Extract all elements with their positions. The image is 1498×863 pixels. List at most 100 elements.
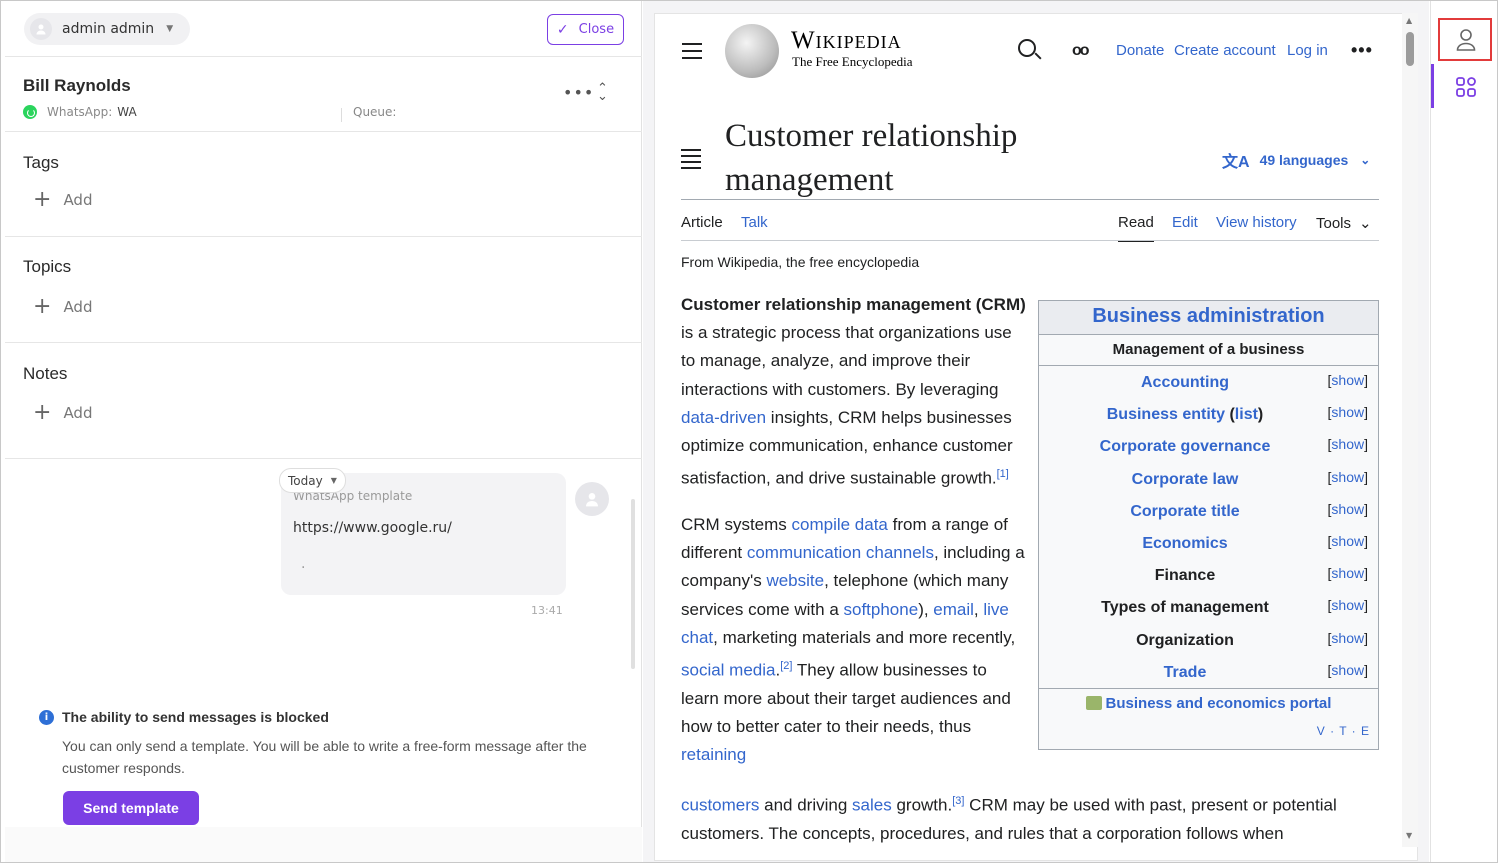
main-menu-icon[interactable] <box>682 43 702 64</box>
navbox-row-label[interactable]: Trade <box>1039 664 1331 682</box>
check-icon: ✓ <box>556 21 569 38</box>
active-indicator <box>1431 64 1434 108</box>
citation[interactable]: [3] <box>952 795 964 807</box>
tools-menu[interactable]: Tools ⌄ <box>1316 214 1372 232</box>
wikipedia-tagline: The Free Encyclopedia <box>792 54 913 69</box>
scroll-up-icon[interactable]: ▲ <box>1406 16 1412 25</box>
search-icon[interactable] <box>1018 39 1036 57</box>
navbox-row-extra-text[interactable]: list <box>1235 406 1258 423</box>
from-wikipedia: From Wikipedia, the free encyclopedia <box>681 254 920 270</box>
tab-article[interactable]: Article <box>681 214 723 231</box>
languages-button[interactable]: 文A 49 languages ⌄ <box>1222 148 1370 172</box>
show-toggle[interactable]: [show] <box>1328 404 1368 420</box>
show-text[interactable]: show <box>1331 469 1364 485</box>
toc-icon[interactable] <box>681 149 701 173</box>
link[interactable]: email <box>933 600 974 619</box>
info-icon: i <box>39 709 54 725</box>
wikipedia-wordmark: Wikipedia <box>791 27 902 54</box>
navbox-row-label[interactable]: Corporate title <box>1039 503 1331 521</box>
show-text[interactable]: show <box>1331 662 1364 678</box>
tags-title: Tags <box>23 153 59 172</box>
citation[interactable]: [1] <box>997 468 1009 480</box>
tab-talk[interactable]: Talk <box>741 214 768 231</box>
show-text[interactable]: show <box>1331 630 1364 646</box>
close-button[interactable]: ✓ Close <box>547 14 624 45</box>
plus-icon: + <box>33 400 52 425</box>
show-toggle[interactable]: [show] <box>1328 533 1368 549</box>
navbox-row-label[interactable]: Corporate governance <box>1039 438 1331 456</box>
link[interactable]: website <box>766 571 824 590</box>
link[interactable]: sales <box>852 796 892 815</box>
link[interactable]: social media <box>681 661 776 680</box>
create-account-link[interactable]: Create account <box>1174 42 1276 59</box>
appearance-icon[interactable]: oo <box>1072 42 1089 60</box>
navbox-row: Finance [show] <box>1039 561 1378 593</box>
show-toggle[interactable]: [show] <box>1328 565 1368 581</box>
more-icon[interactable]: ••• <box>1351 40 1373 61</box>
link[interactable]: communication channels <box>747 543 934 562</box>
link[interactable]: retaining <box>681 745 746 764</box>
show-text[interactable]: show <box>1331 533 1364 549</box>
send-template-button[interactable]: Send template <box>63 791 199 825</box>
vte-links[interactable]: V · T · E <box>1317 724 1370 738</box>
wikipedia-logo[interactable] <box>725 24 779 78</box>
link[interactable]: softphone <box>844 600 919 619</box>
chat-scrollbar[interactable] <box>631 499 635 669</box>
navbox-row: Corporate title [show] <box>1039 497 1378 529</box>
divider <box>681 199 1379 200</box>
link[interactable]: customers <box>681 796 759 815</box>
user-avatar <box>30 18 52 40</box>
blocked-description: You can only send a template. You will b… <box>62 738 587 776</box>
navbox-title[interactable]: Business administration <box>1039 301 1378 335</box>
show-text[interactable]: show <box>1331 501 1364 517</box>
show-text[interactable]: show <box>1331 404 1364 420</box>
navbox-row: Types of management [show] <box>1039 593 1378 625</box>
tab-read[interactable]: Read <box>1118 214 1154 242</box>
show-toggle[interactable]: [show] <box>1328 597 1368 613</box>
message-text: https://www.google.ru/ <box>293 520 452 536</box>
scrollbar-thumb[interactable] <box>1406 32 1414 66</box>
page-scrollbar[interactable] <box>1402 13 1418 847</box>
link[interactable]: data-driven <box>681 408 766 427</box>
navbox-row-label-text[interactable]: Business entity <box>1107 406 1225 423</box>
more-options-icon[interactable]: ••• <box>563 83 594 102</box>
show-text[interactable]: show <box>1331 372 1364 388</box>
show-text[interactable]: show <box>1331 436 1364 452</box>
scroll-down-icon[interactable]: ▼ <box>1406 831 1412 840</box>
channel-info: WhatsApp: WA <box>23 105 137 119</box>
show-toggle[interactable]: [show] <box>1328 630 1368 646</box>
show-toggle[interactable]: [show] <box>1328 662 1368 678</box>
navbox-row: Economics [show] <box>1039 529 1378 561</box>
user-menu[interactable]: admin admin ▼ <box>24 13 190 45</box>
contact-profile-icon[interactable] <box>1455 28 1477 56</box>
add-note-button[interactable]: + Add <box>33 400 92 425</box>
navbox-row-label[interactable]: Economics <box>1039 535 1331 553</box>
donate-link[interactable]: Donate <box>1116 42 1164 59</box>
plus-icon: + <box>33 187 52 212</box>
navbox-row: Organization [show] <box>1039 626 1378 658</box>
date-chip[interactable]: Today ▼ <box>279 468 346 493</box>
tab-edit[interactable]: Edit <box>1172 214 1198 231</box>
log-in-link[interactable]: Log in <box>1287 42 1328 59</box>
navbox-row-label[interactable]: Accounting <box>1039 374 1331 392</box>
page-title: Customer relationship management <box>725 118 1018 198</box>
chevron-down-icon: ▼ <box>166 24 174 34</box>
apps-icon[interactable] <box>1455 76 1477 102</box>
show-toggle[interactable]: [show] <box>1328 372 1368 388</box>
collapse-icon[interactable]: ⌃ ⌄ <box>597 82 608 103</box>
show-toggle[interactable]: [show] <box>1328 469 1368 485</box>
navbox-row: Trade [show] <box>1039 658 1378 690</box>
citation[interactable]: [2] <box>780 660 792 672</box>
add-tag-button[interactable]: + Add <box>33 187 92 212</box>
navbox-row-label[interactable]: Corporate law <box>1039 471 1331 489</box>
portal-link[interactable]: Business and economics portal <box>1039 688 1378 718</box>
portal-icon <box>1085 696 1102 710</box>
link[interactable]: compile data <box>792 515 888 534</box>
show-text[interactable]: show <box>1331 565 1364 581</box>
add-topic-button[interactable]: + Add <box>33 296 92 318</box>
tab-view-history[interactable]: View history <box>1216 214 1297 231</box>
show-toggle[interactable]: [show] <box>1328 436 1368 452</box>
navbox-row-label-combo[interactable]: Business entity (list) <box>1039 406 1331 424</box>
show-toggle[interactable]: [show] <box>1328 501 1368 517</box>
show-text[interactable]: show <box>1331 597 1364 613</box>
